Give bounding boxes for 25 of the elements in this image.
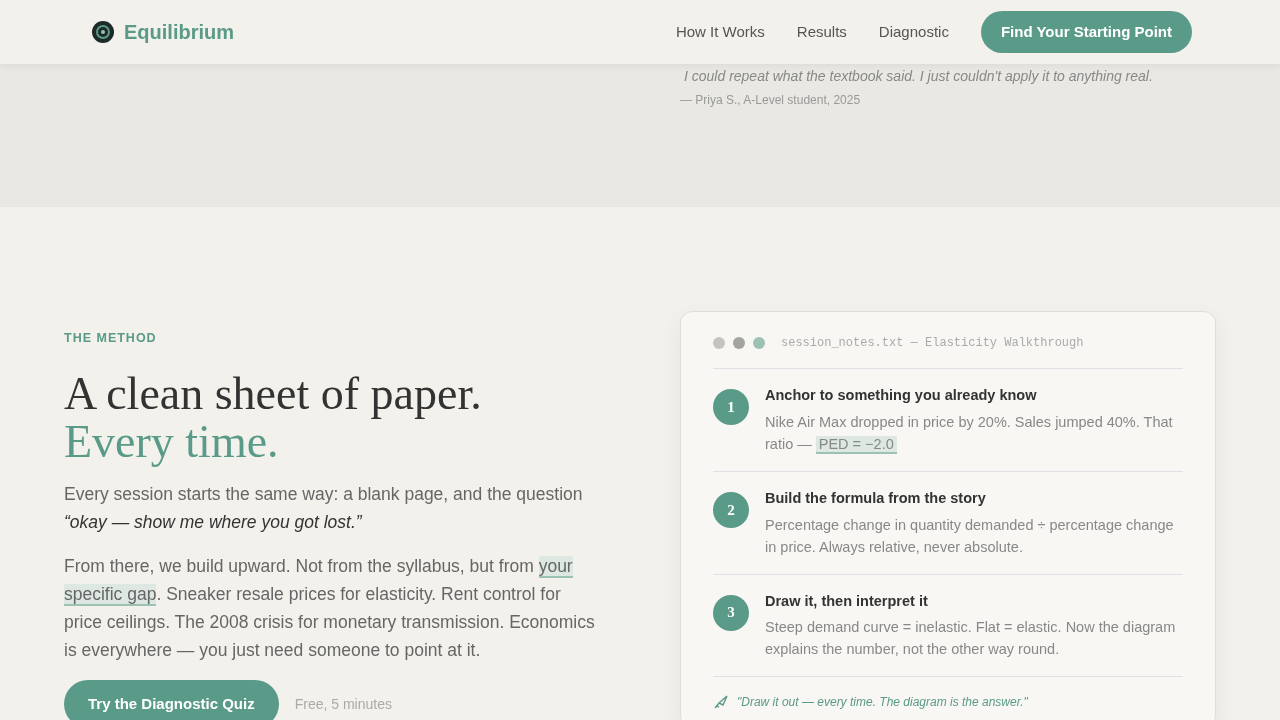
window-dot-icon bbox=[753, 337, 765, 349]
pen-icon bbox=[713, 694, 729, 711]
nav-link[interactable]: How It Works bbox=[675, 20, 765, 44]
step-text: Nike Air Max dropped in price by 20%. Sales jumped 40%. That ratio — PED = −2.0 bbox=[765, 412, 1174, 455]
step-title: Anchor to something you already know bbox=[765, 386, 1038, 405]
step-number: 1 bbox=[713, 389, 749, 425]
step-number: 2 bbox=[713, 491, 749, 528]
notes-title: session_notes.txt — Elasticity Walkthrough bbox=[781, 335, 1084, 352]
step-number: 3 bbox=[713, 594, 749, 631]
section-eyebrow: THE METHOD bbox=[64, 330, 158, 347]
testimonial-quote: I could repeat what the textbook said. I just couldn't apply it to anything real. bbox=[684, 67, 1154, 86]
step-title: Draw it, then interpret it bbox=[765, 591, 929, 611]
nav-link[interactable]: Diagnostic bbox=[878, 20, 949, 44]
step-title: Build the formula from the story bbox=[765, 488, 987, 508]
step-text: Steep demand curve = inelastic. Flat = elastic. Now the diagram explains the number, not the other way round. bbox=[765, 618, 1177, 660]
notes-footer-quote: "Draw it out — every time. The diagram is the answer." bbox=[737, 694, 1028, 712]
testimonial-attribution: — Priya S., A-Level student, 2025 bbox=[680, 92, 862, 109]
window-dot-icon bbox=[733, 337, 745, 349]
quiz-note: Free, 5 minutes bbox=[294, 694, 392, 714]
intro-paragraph: Every session starts the same way: a blank page, and the question “okay — show me where you got lost.” bbox=[64, 482, 584, 534]
nav-link[interactable]: Results bbox=[796, 20, 847, 44]
logo-icon bbox=[90, 19, 116, 45]
method-paragraph: From there, we build upward. Not from the syllabus, but from your specific gap. Sneaker resale prices for elasticity. Rent control for price ceilings. The 2008 crisis for monetary transmission. Economics is everywhere — you just need someone to point at it. bbox=[64, 554, 596, 662]
step-text: Percentage change in quantity demanded ÷ percentage change in price. Always relative, never absolute. bbox=[765, 515, 1175, 557]
window-dot-icon bbox=[713, 337, 725, 349]
